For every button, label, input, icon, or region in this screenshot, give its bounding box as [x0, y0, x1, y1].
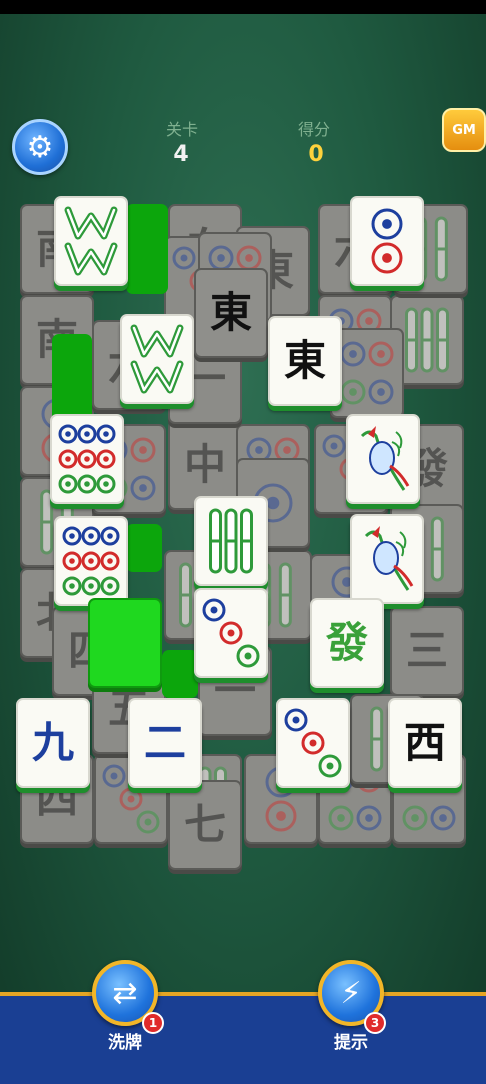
mahjong-tile[interactable]: 二: [128, 698, 202, 788]
bottom-action-bar: [0, 992, 486, 1084]
tile-character: 三: [405, 626, 448, 675]
mahjong-tile[interactable]: 東: [194, 268, 268, 358]
tile-character: 九: [31, 718, 74, 767]
shuffle-arrows-icon: ⇄: [112, 975, 138, 1011]
mahjong-tile[interactable]: [54, 196, 128, 286]
mahjong-tile[interactable]: 發: [310, 598, 384, 688]
mahjong-tile[interactable]: [120, 314, 194, 404]
tile-character: 七: [183, 800, 226, 849]
tile-character: 發: [325, 618, 368, 667]
sparrow-icon: [360, 426, 410, 491]
mahjong-tile[interactable]: [50, 414, 124, 504]
lightning-icon: ⚡: [340, 975, 362, 1011]
highlight-slot: [52, 334, 92, 422]
mahjong-tile[interactable]: [350, 196, 424, 286]
tile-character: 西: [403, 718, 446, 767]
circle-suit-icon: [62, 526, 120, 596]
mahjong-tile[interactable]: [194, 496, 268, 586]
mahjong-tile[interactable]: [54, 516, 128, 606]
highlight-slot: [162, 650, 198, 698]
mahjong-tile[interactable]: 西: [388, 698, 462, 788]
bamboo-suit-icon: [209, 508, 253, 574]
mahjong-tile[interactable]: [346, 414, 420, 504]
shuffle-label: 洗牌: [108, 1033, 142, 1053]
mahjong-tile[interactable]: [350, 514, 424, 604]
highlight-slot: [126, 204, 168, 294]
hint-label: 提示: [334, 1033, 368, 1053]
tile-character: 中: [183, 440, 226, 489]
mahjong-board: 南 南 北 四 四 五 中 六 六 白 發 三 七 一 東 一 東 東 發 九 …: [0, 0, 486, 1080]
mahjong-tile[interactable]: 九: [16, 698, 90, 788]
sparrow-icon: [364, 526, 414, 591]
mahjong-tile[interactable]: [276, 698, 350, 788]
mahjong-tile[interactable]: 七: [168, 780, 242, 870]
tile-character: 二: [143, 718, 186, 767]
circle-suit-icon: [284, 708, 342, 778]
bamboo-suit-icon: [405, 307, 449, 373]
circle-suit-icon: [340, 341, 394, 405]
bamboo-w-icon: [64, 206, 118, 276]
mahjong-tile[interactable]: 三: [390, 606, 464, 696]
selected-tile[interactable]: [88, 598, 162, 688]
bamboo-w-icon: [130, 324, 184, 394]
mahjong-tile[interactable]: [194, 588, 268, 678]
circle-suit-icon: [371, 208, 403, 274]
mahjong-tile[interactable]: 東: [268, 316, 342, 406]
highlight-slot: [126, 524, 162, 572]
circle-suit-icon: [202, 598, 260, 668]
circle-suit-icon: [58, 424, 116, 494]
tile-character: 東: [209, 288, 252, 337]
tile-character: 東: [283, 336, 326, 385]
